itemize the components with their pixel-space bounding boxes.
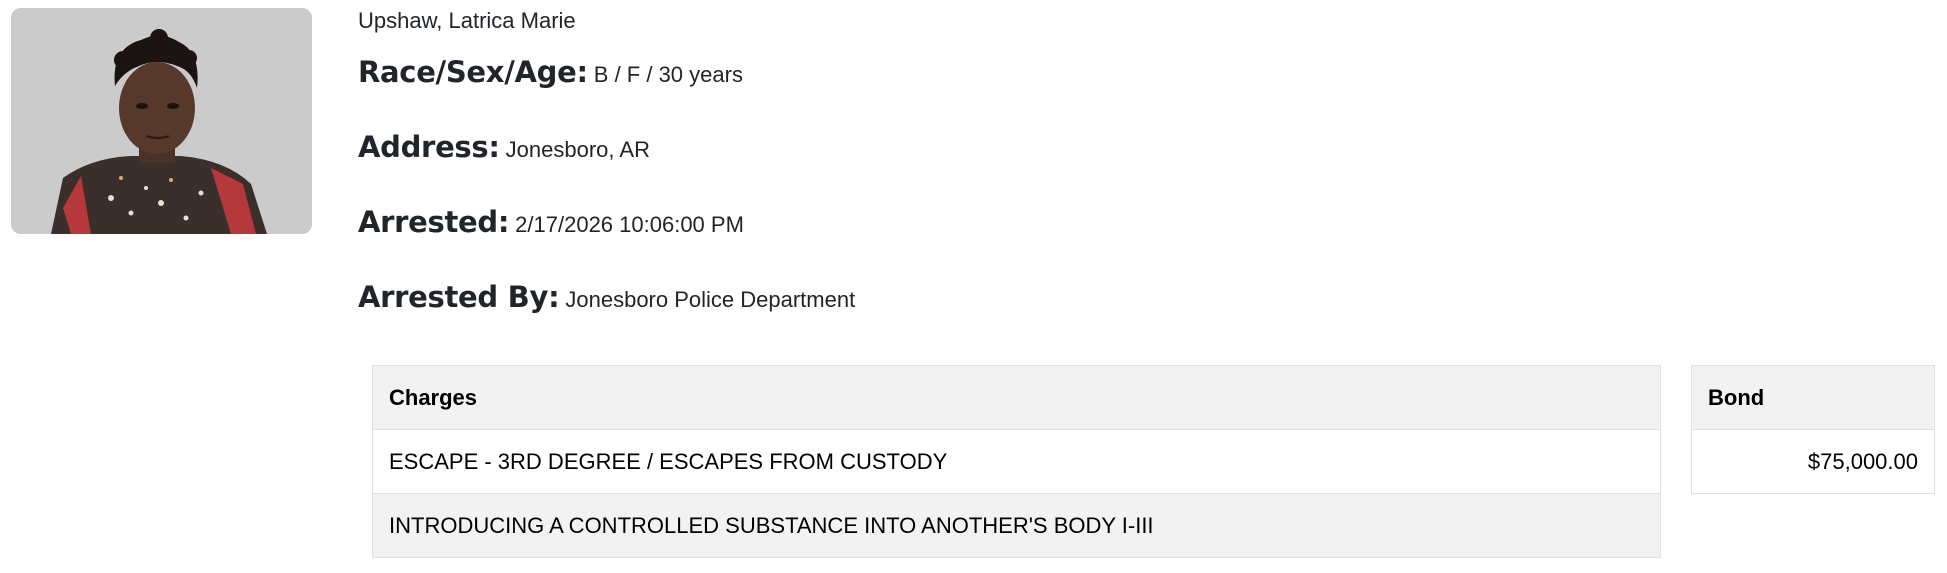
bond-header: Bond (1691, 365, 1935, 430)
mugshot-photo (11, 8, 312, 234)
arrested-value: 2/17/2026 10:06:00 PM (515, 212, 744, 237)
arrested-by-value: Jonesboro Police Department (565, 287, 856, 312)
bond-table: Bond $75,000.00 (1691, 365, 1935, 494)
race-sex-age-field: Race/Sex/Age: B / F / 30 years (358, 55, 743, 89)
bond-cell: $75,000.00 (1691, 429, 1935, 494)
address-value: Jonesboro, AR (505, 137, 650, 162)
inmate-detail-page: Upshaw, Latrica Marie Race/Sex/Age: B / F… (0, 0, 1947, 573)
charge-cell: INTRODUCING A CONTROLLED SUBSTANCE INTO … (372, 493, 1661, 558)
arrested-label: Arrested: (358, 205, 510, 239)
charges-table: Charges ESCAPE - 3RD DEGREE / ESCAPES FR… (372, 365, 1661, 558)
arrested-field: Arrested: 2/17/2026 10:06:00 PM (358, 205, 744, 239)
table-row: $75,000.00 (1691, 429, 1935, 494)
charges-header: Charges (372, 365, 1661, 430)
race-sex-age-label: Race/Sex/Age: (358, 55, 588, 89)
arrested-by-field: Arrested By: Jonesboro Police Department (358, 280, 855, 314)
address-label: Address: (358, 130, 500, 164)
table-row: INTRODUCING A CONTROLLED SUBSTANCE INTO … (372, 493, 1661, 558)
table-row: ESCAPE - 3RD DEGREE / ESCAPES FROM CUSTO… (372, 429, 1661, 494)
address-field: Address: Jonesboro, AR (358, 130, 650, 164)
charge-cell: ESCAPE - 3RD DEGREE / ESCAPES FROM CUSTO… (372, 429, 1661, 494)
arrested-by-label: Arrested By: (358, 280, 560, 314)
inmate-name: Upshaw, Latrica Marie (358, 8, 576, 33)
race-sex-age-value: B / F / 30 years (593, 62, 743, 87)
